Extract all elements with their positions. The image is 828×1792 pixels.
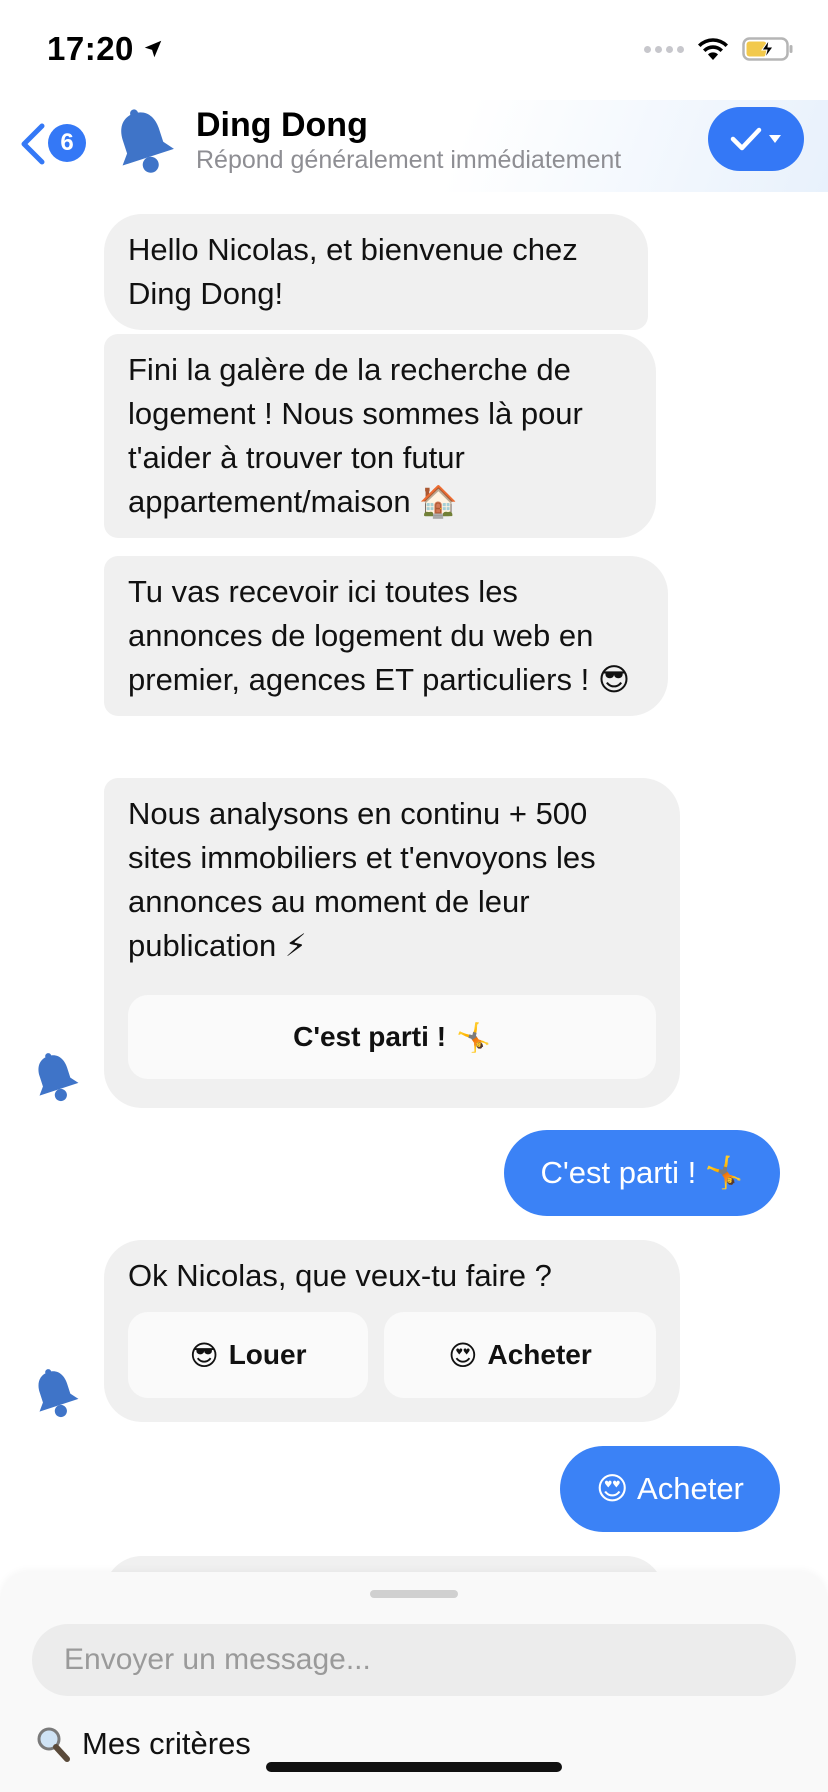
checkmark-icon <box>730 127 762 151</box>
message-input[interactable] <box>32 1624 796 1696</box>
button-label: C'est parti ! <box>293 1021 447 1052</box>
conversation-title: Ding Dong <box>196 106 368 144</box>
message-text: Nous analysons en continu + 500 sites im… <box>128 796 596 963</box>
lightning-emoji: ⚡ <box>284 928 307 964</box>
conversation-subtitle: Répond généralement immédiatement <box>196 146 622 174</box>
cartwheel-emoji: 🤸 <box>456 1020 491 1054</box>
heart-eyes-emoji: 😍 <box>448 1338 478 1372</box>
status-time: 17:20 <box>47 30 164 68</box>
unread-count-badge: 6 <box>48 124 86 162</box>
message-text: C'est parti ! <box>540 1155 697 1190</box>
message-bubble-incoming: Tu vas recevoir ici toutes les annonces … <box>104 556 668 716</box>
chevron-left-icon <box>21 123 45 165</box>
composer-panel: Mes critères <box>0 1572 828 1792</box>
message-bubble-outgoing: C'est parti ! 🤸 <box>504 1130 780 1216</box>
magnifier-icon <box>37 1727 70 1762</box>
message-text: Ok Nicolas, que veux-tu faire ? <box>128 1258 552 1293</box>
message-text: Tu vas recevoir ici toutes les annonces … <box>128 574 594 697</box>
signal-icon <box>644 45 684 53</box>
bell-icon <box>38 1369 79 1418</box>
done-menu-button[interactable] <box>708 107 804 171</box>
message-bubble-incoming <box>104 1556 664 1572</box>
bot-avatar[interactable] <box>110 106 176 181</box>
my-criteria-menu-item[interactable]: Mes critères <box>32 1724 251 1764</box>
status-icons <box>644 36 794 62</box>
quick-reply-louer-button[interactable]: 😎 Louer <box>128 1312 368 1398</box>
location-arrow-icon <box>144 40 162 58</box>
back-button[interactable]: 6 <box>18 116 86 172</box>
message-bubble-incoming: Hello Nicolas, et bienvenue chez Ding Do… <box>104 214 648 330</box>
sunglasses-emoji: 😎 <box>597 662 631 698</box>
message-list[interactable]: Hello Nicolas, et bienvenue chez Ding Do… <box>0 192 828 1572</box>
house-emoji: 🏠 <box>419 484 458 520</box>
button-label: Louer <box>228 1339 307 1370</box>
message-bubble-outgoing: 😍 Acheter <box>560 1446 780 1532</box>
clock-text: 17:20 <box>47 30 134 67</box>
criteria-label: Mes critères <box>82 1726 251 1761</box>
conversation-header: 6 Ding Dong Répond généralement immédiat… <box>0 100 828 192</box>
bell-icon <box>38 1053 79 1102</box>
status-bar: 17:20 <box>0 0 828 100</box>
cartwheel-emoji: 🤸 <box>704 1155 744 1191</box>
bell-icon <box>121 109 174 173</box>
message-bubble-incoming: Fini la galère de la recherche de logeme… <box>104 334 656 538</box>
button-label: Acheter <box>487 1339 592 1370</box>
message-text: Hello Nicolas, et bienvenue chez Ding Do… <box>128 232 578 311</box>
home-indicator <box>266 1762 562 1772</box>
message-text: Fini la galère de la recherche de logeme… <box>128 352 583 519</box>
chevron-down-icon <box>769 135 781 143</box>
quick-reply-acheter-button[interactable]: 😍 Acheter <box>384 1312 656 1398</box>
battery-charging-icon <box>742 37 793 61</box>
quick-reply-cest-parti-button[interactable]: C'est parti ! 🤸 <box>128 995 656 1079</box>
sunglasses-emoji: 😎 <box>189 1338 219 1372</box>
heart-eyes-emoji: 😍 <box>596 1471 629 1507</box>
message-text: Acheter <box>637 1471 744 1506</box>
drag-handle[interactable] <box>370 1590 458 1598</box>
wifi-icon <box>698 38 728 60</box>
